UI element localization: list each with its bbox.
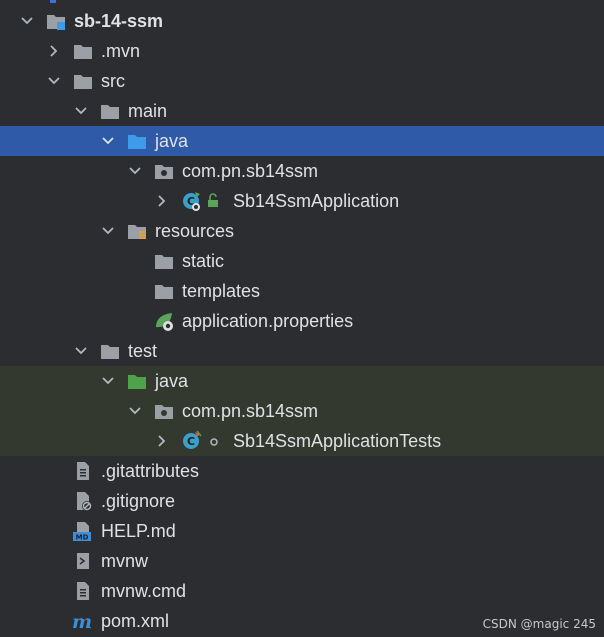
tree-label: resources [155,221,235,241]
tree-label: mvnw.cmd [101,581,187,601]
tree-row-templates[interactable]: templates [0,276,604,306]
tree-row-test[interactable]: test [0,336,604,366]
tree-label: mvnw [101,551,149,571]
tree-label: .gitignore [101,491,176,511]
tree-label: .gitattributes [101,461,200,481]
chevron-down-icon[interactable] [47,74,61,88]
package-private-icon [208,430,220,452]
tree-row-help-md[interactable]: MD HELP.md [0,516,604,546]
file-icon [72,580,94,602]
tree-row-mvnw[interactable]: mvnw [0,546,604,576]
tree-row-main-java[interactable]: java [0,126,604,156]
watermark: CSDN @magic 245 [482,617,596,631]
tree-row-main[interactable]: main [0,96,604,126]
svg-text:MD: MD [76,534,89,542]
module-folder-icon [45,10,67,32]
tree-label: java [155,131,189,151]
svg-text:m: m [72,611,92,632]
folder-icon [153,280,175,302]
tree-row-gitignore[interactable]: .gitignore [0,486,604,516]
tree-row-test-java[interactable]: java [0,366,604,396]
tree-label: templates [182,281,261,301]
tree-label: pom.xml [101,611,170,631]
maven-file-icon: m [72,610,94,632]
chevron-down-icon[interactable] [128,164,142,178]
chevron-down-icon[interactable] [128,404,142,418]
tree-row-root[interactable]: sb-14-ssm [0,6,604,36]
tree-row-mvnw-cmd[interactable]: mvnw.cmd [0,576,604,606]
folder-icon [72,40,94,62]
tree-label: sb-14-ssm [74,11,164,31]
test-source-folder-icon [126,370,148,392]
scroll-edge-indicator [50,0,56,3]
tree-label: Sb14SsmApplicationTests [233,431,442,451]
tree-label: src [101,71,125,91]
tree-label: application.properties [182,311,354,331]
tree-row-test-class[interactable]: C Sb14SsmApplicationTests [0,426,604,456]
tree-row-mvn[interactable]: .mvn [0,36,604,66]
folder-icon [99,100,121,122]
lock-icon [206,190,220,212]
project-tree: sb-14-ssm .mvn src main java com.pn.sb14… [0,0,604,637]
file-icon [72,460,94,482]
spring-properties-icon [153,310,175,332]
resources-folder-icon [126,220,148,242]
tree-row-static[interactable]: static [0,246,604,276]
ignore-file-icon [72,490,94,512]
chevron-down-icon[interactable] [74,104,88,118]
package-icon [153,160,175,182]
tree-label: Sb14SsmApplication [233,191,400,211]
tree-label: HELP.md [101,521,176,541]
markdown-file-icon: MD [72,520,94,542]
tree-row-resources[interactable]: resources [0,216,604,246]
tree-label: java [155,371,189,391]
tree-row-src[interactable]: src [0,66,604,96]
script-file-icon [72,550,94,572]
chevron-right-icon[interactable] [47,44,61,58]
package-icon [153,400,175,422]
chevron-right-icon[interactable] [155,434,169,448]
test-class-icon: C [180,430,202,452]
folder-icon [153,250,175,272]
tree-label: com.pn.sb14ssm [182,401,319,421]
tree-label: com.pn.sb14ssm [182,161,319,181]
folder-icon [72,70,94,92]
chevron-down-icon[interactable] [101,134,115,148]
tree-row-application-properties[interactable]: application.properties [0,306,604,336]
tree-label: test [128,341,158,361]
tree-label: .mvn [101,41,141,61]
folder-icon [99,340,121,362]
svg-text:C: C [187,435,195,448]
chevron-down-icon[interactable] [101,374,115,388]
spring-boot-class-icon: C [180,190,202,212]
tree-row-main-package[interactable]: com.pn.sb14ssm [0,156,604,186]
tree-label: main [128,101,168,121]
tree-label: static [182,251,225,271]
chevron-down-icon[interactable] [20,14,34,28]
tree-row-application-class[interactable]: C Sb14SsmApplication [0,186,604,216]
chevron-down-icon[interactable] [101,224,115,238]
source-folder-icon [126,130,148,152]
tree-row-test-package[interactable]: com.pn.sb14ssm [0,396,604,426]
tree-row-gitattributes[interactable]: .gitattributes [0,456,604,486]
chevron-down-icon[interactable] [74,344,88,358]
chevron-right-icon[interactable] [155,194,169,208]
